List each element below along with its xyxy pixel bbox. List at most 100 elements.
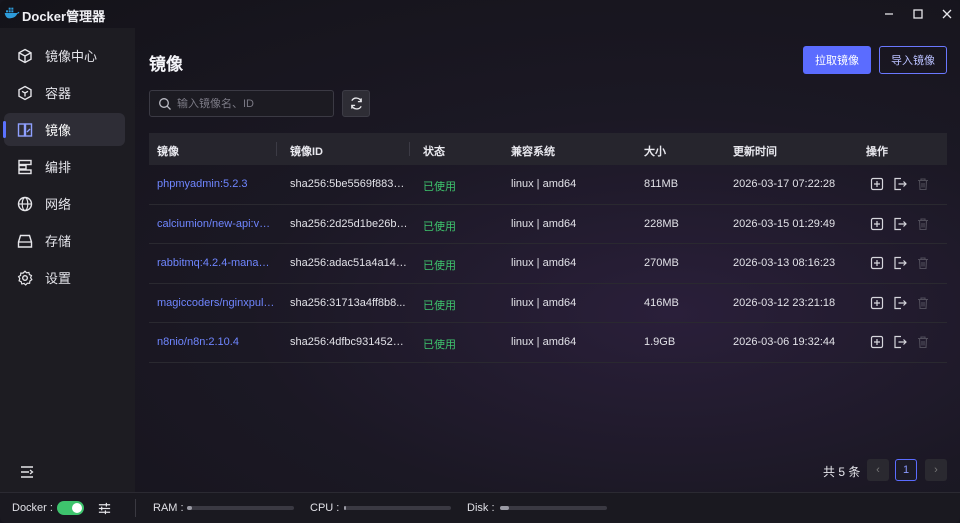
search-icon: [159, 97, 171, 110]
create-container-icon[interactable]: [870, 217, 884, 231]
close-button[interactable]: [937, 4, 957, 24]
search-input[interactable]: [177, 97, 327, 110]
export-icon[interactable]: [893, 217, 907, 231]
minimize-icon: [885, 13, 893, 15]
cpu-meter-fill: [344, 506, 347, 510]
gear-icon: [16, 269, 34, 287]
sidebar: 镜像中心 容器 镜像 编排 网络 存储 设置: [0, 28, 135, 492]
column-resize-handle[interactable]: [276, 142, 277, 156]
ram-meter-fill: [187, 506, 193, 510]
table-header: 镜像 镜像ID 状态 兼容系统 大小 更新时间 操作: [149, 133, 947, 165]
disk-meter: [500, 506, 607, 510]
sidebar-item-label: 设置: [45, 271, 72, 286]
table-body: phpmyadmin:5.2.3 sha256:5be5569f8836... 已使…: [149, 165, 947, 363]
updated-time: 2026-03-13 08:16:23: [733, 257, 836, 269]
column-header-size: 大小: [644, 146, 666, 158]
sidebar-item-storage[interactable]: 存储: [4, 224, 125, 257]
sliders-icon[interactable]: [97, 501, 112, 516]
compose-icon: [16, 158, 34, 176]
maximize-button[interactable]: [908, 4, 928, 24]
sidebar-item-image-center[interactable]: 镜像中心: [4, 39, 125, 72]
storage-icon: [16, 232, 34, 250]
column-header-actions: 操作: [866, 146, 888, 158]
column-header-os: 兼容系统: [511, 146, 555, 158]
image-size: 270MB: [644, 257, 679, 269]
image-size: 228MB: [644, 217, 679, 230]
sidebar-item-network[interactable]: 网络: [4, 187, 125, 220]
compatible-os: linux | amd64: [511, 336, 577, 348]
image-id: sha256:2d25d1be26ba...: [290, 217, 408, 230]
updated-time: 2026-03-15 01:29:49: [733, 217, 836, 230]
pull-image-button[interactable]: 拉取镜像: [803, 46, 871, 74]
sidebar-item-label: 镜像中心: [45, 49, 98, 64]
docker-toggle[interactable]: [57, 501, 84, 515]
create-container-icon[interactable]: [870, 177, 884, 191]
docker-label: Docker :: [12, 502, 53, 514]
create-container-icon[interactable]: [870, 256, 884, 270]
refresh-button[interactable]: [342, 90, 370, 117]
create-container-icon[interactable]: [870, 335, 884, 349]
export-icon[interactable]: [893, 296, 907, 310]
status-badge: 已使用: [423, 299, 456, 312]
menu-collapse-icon[interactable]: [18, 463, 36, 481]
status-badge: 已使用: [423, 339, 456, 351]
table-row: n8nio/n8n:2.10.4 sha256:4dfbc9314524... 已使…: [149, 323, 947, 363]
page-title: 镜像: [149, 55, 183, 74]
create-container-icon[interactable]: [870, 296, 884, 310]
app-window: Docker管理器 镜像中心 容器 镜像 编排 网络 存储 设置 镜像 拉取镜像…: [0, 0, 960, 523]
image-name-link[interactable]: magiccoders/nginxpuls...: [157, 297, 275, 309]
cpu-meter: [344, 506, 451, 510]
column-resize-handle[interactable]: [409, 142, 410, 156]
delete-icon[interactable]: [916, 256, 930, 270]
compatible-os: linux | amd64: [511, 257, 577, 269]
sidebar-item-containers[interactable]: 容器: [4, 76, 125, 109]
next-page-button[interactable]: ›: [925, 459, 947, 481]
sidebar-item-compose[interactable]: 编排: [4, 150, 125, 183]
ram-meter: [187, 506, 294, 510]
import-image-button[interactable]: 导入镜像: [879, 46, 947, 74]
table-row: phpmyadmin:5.2.3 sha256:5be5569f8836... 已使…: [149, 165, 947, 205]
box-icon: [16, 84, 34, 102]
disk-label: Disk :: [467, 502, 495, 514]
docker-logo-icon: [4, 7, 20, 19]
image-name-link[interactable]: calciumion/new-api:v0....: [157, 218, 275, 230]
compatible-os: linux | amd64: [511, 296, 577, 309]
export-icon[interactable]: [893, 335, 907, 349]
delete-icon[interactable]: [916, 217, 930, 231]
sidebar-item-images[interactable]: 镜像: [3, 113, 125, 146]
minimize-button[interactable]: [879, 4, 899, 24]
sidebar-item-label: 镜像: [45, 123, 72, 138]
delete-icon[interactable]: [916, 177, 930, 191]
table-row: rabbitmq:4.2.4-manage... sha256:adac51a4a…: [149, 244, 947, 284]
image-id: sha256:4dfbc9314524...: [290, 336, 408, 348]
updated-time: 2026-03-17 07:22:28: [733, 178, 836, 190]
export-icon[interactable]: [893, 177, 907, 191]
image-name-link[interactable]: n8nio/n8n:2.10.4: [157, 336, 275, 348]
delete-icon[interactable]: [916, 335, 930, 349]
cpu-label: CPU :: [310, 502, 340, 514]
image-name-link[interactable]: phpmyadmin:5.2.3: [157, 178, 275, 190]
column-header-image-id: 镜像ID: [290, 146, 323, 158]
refresh-icon: [350, 97, 362, 110]
sidebar-item-label: 容器: [45, 86, 72, 101]
sidebar-item-label: 编排: [45, 160, 72, 175]
export-icon[interactable]: [893, 256, 907, 270]
ram-label: RAM :: [153, 502, 184, 514]
compatible-os: linux | amd64: [511, 217, 577, 230]
compatible-os: linux | amd64: [511, 178, 577, 190]
table-row: magiccoders/nginxpuls... sha256:31713a4ff…: [149, 284, 947, 323]
sidebar-item-label: 网络: [45, 197, 72, 212]
column-header-updated: 更新时间: [733, 146, 777, 158]
chevron-left-icon: ‹: [876, 464, 880, 476]
maximize-icon: [913, 9, 923, 19]
status-badge: 已使用: [423, 220, 456, 233]
delete-icon[interactable]: [916, 296, 930, 310]
total-count: 共 5 条: [823, 465, 861, 479]
prev-page-button[interactable]: ‹: [867, 459, 889, 481]
sidebar-item-settings[interactable]: 设置: [4, 261, 125, 294]
page-button-1[interactable]: 1: [895, 459, 917, 481]
image-name-link[interactable]: rabbitmq:4.2.4-manage...: [157, 257, 275, 269]
disk-meter-fill: [500, 506, 509, 510]
image-id: sha256:adac51a4a14a...: [290, 257, 408, 269]
column-header-status: 状态: [423, 146, 445, 158]
